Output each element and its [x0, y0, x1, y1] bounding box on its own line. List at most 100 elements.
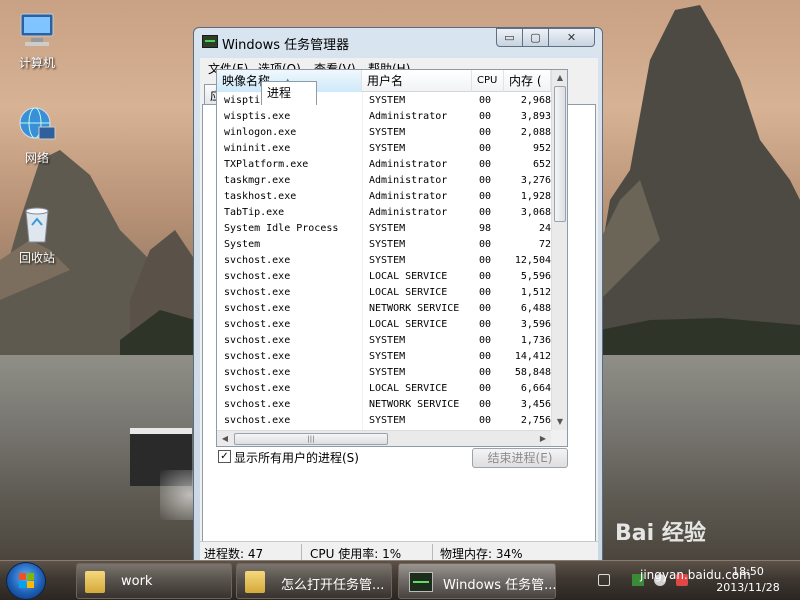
desktop-icon-network[interactable]: 网络 — [2, 105, 72, 166]
process-row[interactable]: svchost.exe NETWORK SERVICE 00 6,488 — [217, 302, 551, 318]
process-row[interactable]: svchost.exe SYSTEM 00 2,756 — [217, 414, 551, 430]
process-row[interactable]: winlogon.exe SYSTEM 00 2,088 — [217, 126, 551, 142]
process-memory: 14,412 — [514, 351, 551, 362]
taskbar-item-task-manager[interactable]: Windows 任务管... — [398, 563, 557, 599]
process-row[interactable]: svchost.exe SYSTEM 00 12,504 — [217, 254, 551, 270]
folder-icon — [85, 571, 105, 593]
process-cpu: 98 — [479, 223, 492, 234]
process-row[interactable]: svchost.exe NETWORK SERVICE 00 3,456 — [217, 398, 551, 414]
process-memory: 1,928 — [520, 191, 551, 202]
scroll-down-arrow-icon[interactable]: ▼ — [552, 414, 567, 430]
process-row[interactable]: svchost.exe LOCAL SERVICE 00 6,664 — [217, 382, 551, 398]
network-globe-icon — [17, 105, 57, 145]
process-name: winlogon.exe — [224, 127, 297, 138]
process-memory: 6,664 — [520, 383, 551, 394]
process-row[interactable]: svchost.exe LOCAL SERVICE 00 5,596 — [217, 270, 551, 286]
process-row[interactable]: System SYSTEM 00 72 — [217, 238, 551, 254]
process-cpu: 00 — [479, 207, 492, 218]
process-cpu: 00 — [479, 143, 492, 154]
process-name: svchost.exe — [224, 399, 291, 410]
process-row[interactable]: svchost.exe SYSTEM 00 1,736 — [217, 334, 551, 350]
taskbar-item-work[interactable]: work — [76, 563, 232, 599]
desktop-icon-label: 网络 — [24, 151, 49, 165]
process-cpu: 00 — [479, 271, 492, 282]
process-row[interactable]: taskhost.exe Administrator 00 1,928 — [217, 190, 551, 206]
process-memory: 3,276 — [520, 175, 551, 186]
vertical-scrollbar[interactable]: ▲ ▼ — [551, 70, 567, 430]
end-process-button[interactable]: 结束进程(E) — [472, 448, 568, 468]
status-bar: 进程数: 47 CPU 使用率: 1% 物理内存: 34% — [200, 541, 598, 561]
task-manager-icon — [202, 35, 218, 48]
process-row[interactable]: wininit.exe SYSTEM 00 952 — [217, 142, 551, 158]
scroll-right-arrow-icon[interactable]: ▶ — [535, 431, 551, 446]
start-button[interactable] — [6, 562, 46, 600]
process-row[interactable]: svchost.exe SYSTEM 00 58,848 — [217, 366, 551, 382]
minimize-button[interactable]: ▭ — [496, 28, 523, 47]
process-cpu: 00 — [479, 303, 492, 314]
process-user: LOCAL SERVICE — [369, 287, 448, 298]
desktop-icon-recycle-bin[interactable]: 回收站 — [2, 205, 72, 266]
process-row[interactable]: svchost.exe LOCAL SERVICE 00 1,512 — [217, 286, 551, 302]
column-memory[interactable]: 内存 ( — [504, 70, 551, 92]
process-user: Administrator — [369, 159, 448, 170]
horizontal-scrollbar[interactable]: ◀ ||| ▶ — [217, 430, 551, 446]
process-cpu: 00 — [479, 255, 492, 266]
process-memory: 952 — [532, 143, 551, 154]
process-cpu: 00 — [479, 127, 492, 138]
process-memory: 5,596 — [520, 271, 551, 282]
process-cpu: 00 — [479, 175, 492, 186]
process-row[interactable]: TXPlatform.exe Administrator 00 652 — [217, 158, 551, 174]
process-name: System Idle Process — [224, 223, 339, 234]
recycle-bin-icon — [17, 205, 57, 245]
show-all-users-label[interactable]: 显示所有用户的进程(S) — [234, 449, 359, 466]
process-name: svchost.exe — [224, 415, 291, 426]
process-cpu: 00 — [479, 367, 492, 378]
process-user: SYSTEM — [369, 367, 406, 378]
process-row[interactable]: System Idle Process SYSTEM 98 24 — [217, 222, 551, 238]
process-row[interactable]: TabTip.exe Administrator 00 3,068 — [217, 206, 551, 222]
process-user: Administrator — [369, 207, 448, 218]
process-user: SYSTEM — [369, 415, 406, 426]
process-name: TXPlatform.exe — [224, 159, 309, 170]
taskbar-item-browser[interactable]: 怎么打开任务管... — [236, 563, 392, 599]
process-memory: 24 — [538, 223, 551, 234]
vertical-scroll-thumb[interactable] — [554, 86, 566, 222]
maximize-button[interactable]: ▢ — [522, 28, 549, 47]
process-row[interactable]: taskmgr.exe Administrator 00 3,276 — [217, 174, 551, 190]
process-cpu: 00 — [479, 335, 492, 346]
process-list[interactable]: ▲ 映像名称 用户名 CPU 内存 ( wisptis.exeSYSTEM002… — [216, 69, 568, 447]
horizontal-scroll-thumb[interactable]: ||| — [234, 433, 388, 445]
tab-processes[interactable]: 进程 — [261, 81, 317, 105]
process-user: SYSTEM — [369, 335, 406, 346]
process-cpu: 00 — [479, 287, 492, 298]
process-cpu: 00 — [479, 159, 492, 170]
process-row[interactable]: wisptis.exe Administrator 00 3,893 — [217, 110, 551, 126]
process-name: svchost.exe — [224, 255, 291, 266]
column-cpu[interactable]: CPU — [472, 70, 504, 92]
keyboard-icon[interactable] — [598, 574, 610, 586]
process-name: svchost.exe — [224, 271, 291, 282]
task-manager-window[interactable]: Windows 任务管理器 ▭ ▢ ✕ 文件(F) 选项(O) 查看(V) 帮助… — [193, 27, 603, 562]
folder-icon — [245, 571, 265, 593]
column-user-name[interactable]: 用户名 — [362, 70, 472, 92]
window-titlebar[interactable]: Windows 任务管理器 ▭ ▢ ✕ — [194, 28, 602, 56]
process-name: System — [224, 239, 261, 250]
process-memory: 3,068 — [520, 207, 551, 218]
scroll-up-arrow-icon[interactable]: ▲ — [552, 70, 567, 86]
windows-logo-icon — [19, 573, 35, 589]
process-rows: wisptis.exe SYSTEM 00 2,968 wisptis.exe Admin… — [217, 94, 551, 430]
process-row[interactable]: svchost.exe LOCAL SERVICE 00 3,596 — [217, 318, 551, 334]
process-memory: 3,456 — [520, 399, 551, 410]
close-button[interactable]: ✕ — [548, 28, 595, 47]
process-memory: 12,504 — [514, 255, 551, 266]
process-cpu: 00 — [479, 239, 492, 250]
process-name: svchost.exe — [224, 351, 291, 362]
scroll-left-arrow-icon[interactable]: ◀ — [217, 431, 233, 446]
process-memory: 3,596 — [520, 319, 551, 330]
process-memory: 2,968 — [520, 95, 551, 106]
show-all-users-checkbox[interactable]: ✓ — [218, 450, 231, 463]
desktop-icon-computer[interactable]: 计算机 — [2, 10, 72, 71]
taskbar-item-label: work — [121, 574, 153, 589]
process-memory: 6,488 — [520, 303, 551, 314]
process-row[interactable]: svchost.exe SYSTEM 00 14,412 — [217, 350, 551, 366]
